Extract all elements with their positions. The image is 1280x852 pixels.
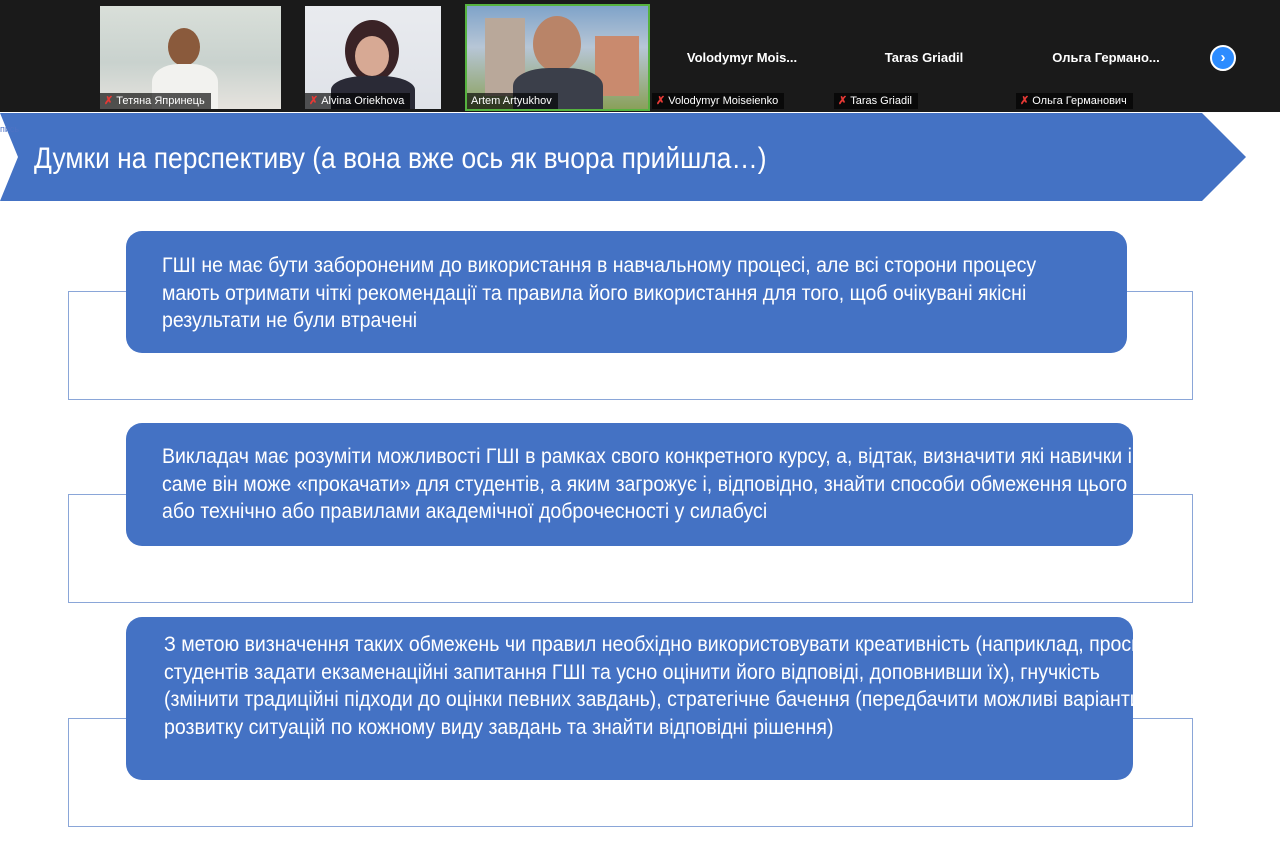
- participant-tile[interactable]: Ольга Германо... ✗ Ольга Германович: [1016, 6, 1196, 109]
- point-text: Викладач має розуміти можливості ГШІ в р…: [162, 445, 1157, 523]
- slide-title: Думки на перспективу (а вона вже ось як …: [34, 142, 767, 175]
- participant-tile[interactable]: Volodymyr Mois... ✗ Volodymyr Moiseienko: [652, 6, 832, 109]
- point-card: Викладач має розуміти можливості ГШІ в р…: [126, 423, 1156, 546]
- recording-label: пись: [0, 124, 20, 134]
- muted-mic-icon: ✗: [1020, 95, 1030, 107]
- point-text: ГШІ не має бути забороненим до використа…: [162, 254, 1037, 332]
- participant-display-name: Ольга Германо...: [1052, 50, 1160, 65]
- participant-tile[interactable]: Taras Griadil ✗ Taras Griadil: [834, 6, 1014, 109]
- point-text: З метою визначення таких обмежень чи пра…: [164, 633, 1162, 739]
- participant-name-label: Artem Artyukhov: [467, 93, 558, 109]
- participant-strip: ✗ Тетяна Япринець ✗ Alvina Oriekhova Art…: [0, 0, 1280, 112]
- muted-mic-icon: ✗: [104, 95, 114, 107]
- participant-tile-active-speaker[interactable]: Artem Artyukhov: [465, 4, 650, 111]
- point-card: ГШІ не має бути забороненим до використа…: [126, 231, 1127, 353]
- participant-name-label: ✗ Taras Griadil: [834, 93, 918, 109]
- participant-display-name: Volodymyr Mois...: [686, 50, 798, 65]
- muted-mic-icon: ✗: [838, 95, 848, 107]
- participant-tile[interactable]: ✗ Alvina Oriekhova: [305, 6, 441, 109]
- participant-name-label: ✗ Ольга Германович: [1016, 93, 1133, 109]
- participant-display-name: Taras Griadil: [884, 50, 964, 65]
- participant-name-label: ✗ Alvina Oriekhova: [305, 93, 411, 109]
- participant-name-label: ✗ Тетяна Япринець: [100, 93, 211, 109]
- participant-tile[interactable]: ✗ Тетяна Япринець: [100, 6, 281, 109]
- point-card: З метою визначення таких обмежень чи пра…: [126, 617, 1162, 780]
- participant-name-label: ✗ Volodymyr Moiseienko: [652, 93, 785, 109]
- muted-mic-icon: ✗: [656, 95, 666, 107]
- muted-mic-icon: ✗: [309, 95, 319, 107]
- chevron-right-icon[interactable]: ›: [1210, 45, 1236, 71]
